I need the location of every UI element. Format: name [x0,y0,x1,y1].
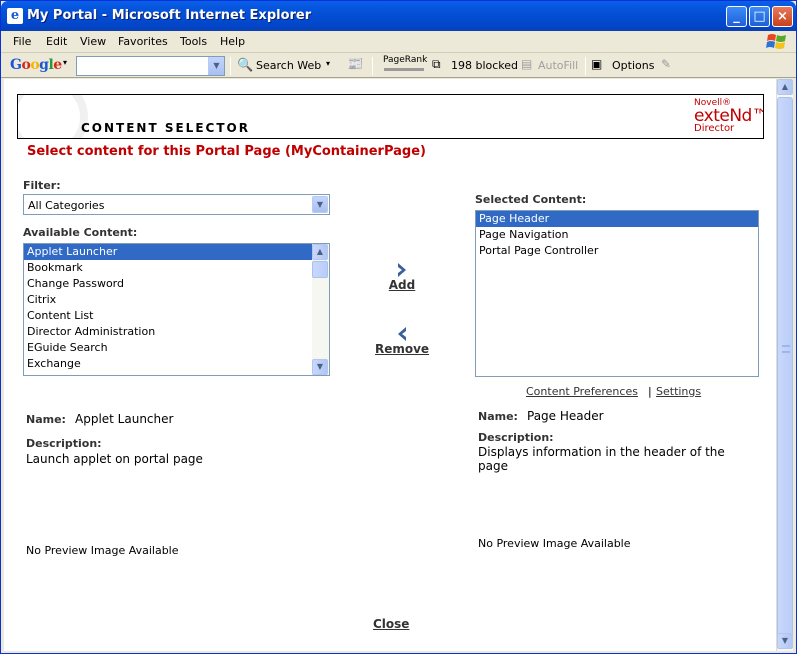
menu-file[interactable]: File [13,35,31,48]
popup-blocker-icon: ⧉ [432,57,441,71]
close-button[interactable]: Close [373,617,409,631]
menu-bar: File Edit View Favorites Tools Help [1,31,796,53]
list-item[interactable]: Applet Launcher [24,244,312,260]
list-item[interactable]: Director Administration [24,324,329,340]
list-item[interactable]: Page Navigation [476,227,758,243]
menu-view[interactable]: View [80,35,106,48]
left-preview-text: No Preview Image Available [26,544,179,557]
windows-logo-icon [766,34,786,49]
scroll-up-icon[interactable]: ▲ [312,244,328,260]
toolbar-separator [372,57,373,75]
settings-link[interactable]: Settings [656,385,701,398]
list-item[interactable]: Content List [24,308,329,324]
maximize-button[interactable]: □ [749,6,770,27]
chevron-right-icon[interactable] [395,262,409,278]
popups-blocked-button[interactable]: 198 blocked [451,59,518,72]
options-button[interactable]: Options [612,59,654,72]
scroll-thumb[interactable] [777,97,793,647]
ie-icon: e [7,8,23,24]
banner-title: CONTENT SELECTOR [81,121,250,135]
search-web-button[interactable]: Search Web [256,59,321,72]
remove-action[interactable]: Remove [370,326,434,356]
right-name-label: Name: [478,410,518,423]
scroll-up-icon[interactable]: ▲ [777,79,793,95]
gear-watermark-icon [18,95,88,138]
google-logo[interactable]: Google [10,57,62,73]
filter-selected-value: All Categories [28,199,105,212]
close-window-button[interactable]: × [772,6,793,27]
highlight-pen-icon[interactable]: ✎ [661,57,671,71]
list-item[interactable]: Page Header [476,211,758,227]
google-search-input[interactable]: ▼ [76,56,225,76]
menu-tools[interactable]: Tools [180,35,207,48]
binoculars-icon: 🔍 [237,58,254,73]
add-button[interactable]: Add [372,278,432,292]
scroll-grip-icon [782,345,790,353]
menu-edit[interactable]: Edit [46,35,67,48]
left-name-label: Name: [26,413,66,426]
filter-select[interactable]: All Categories ▼ [23,194,330,215]
list-item[interactable]: Citrix [24,292,329,308]
available-content-label: Available Content: [23,226,138,239]
menu-help[interactable]: Help [220,35,245,48]
right-description-line1: Displays information in the header of th… [478,445,725,459]
pagerank-bar [384,68,424,71]
toolbar-separator [230,57,231,75]
page-heading: Select content for this Portal Page (MyC… [27,144,426,159]
list-item[interactable]: Portal Page Controller [476,243,758,259]
page-content: CONTENT SELECTOR Novell® exteNd™ Directo… [4,79,776,651]
options-icon: ▣ [591,57,603,71]
content-selector-banner: CONTENT SELECTOR Novell® exteNd™ Directo… [17,94,764,139]
autofill-icon: ▤ [521,57,533,71]
search-history-dropdown-icon[interactable]: ▼ [208,57,224,75]
right-name-value: Page Header [527,409,604,423]
list-item[interactable]: Bookmark [24,260,329,276]
search-web-dropdown-icon[interactable]: ▾ [326,59,330,68]
right-preview-text: No Preview Image Available [478,537,631,550]
add-action[interactable]: Add [372,262,432,292]
available-content-list[interactable]: Applet Launcher Bookmark Change Password… [23,243,330,376]
minimize-button[interactable]: _ [726,6,747,27]
list-item[interactable]: EGuide Search [24,340,329,356]
chevron-down-icon[interactable]: ▼ [312,196,328,213]
selected-content-label: Selected Content: [475,193,587,206]
autofill-button[interactable]: AutoFill [538,59,578,72]
chevron-left-icon[interactable] [395,326,409,342]
browser-window: e My Portal - Microsoft Internet Explore… [0,0,797,654]
scroll-down-icon[interactable]: ▼ [777,633,793,649]
left-name-value: Applet Launcher [75,412,174,426]
page-scrollbar[interactable]: ▲ ▼ [776,79,793,651]
filter-label: Filter: [23,179,61,192]
left-description-label: Description: [26,437,102,450]
title-bar[interactable]: e My Portal - Microsoft Internet Explore… [1,1,796,31]
scroll-thumb[interactable] [312,261,328,278]
links-separator: | [648,385,652,398]
director-logo-text: Director [694,123,735,134]
selected-content-list[interactable]: Page Header Page Navigation Portal Page … [475,210,759,377]
toolbar-separator [585,57,586,75]
list-item[interactable]: Change Password [24,276,329,292]
content-preferences-link[interactable]: Content Preferences [526,385,638,398]
google-menu-arrow-icon[interactable]: ▾ [63,58,67,67]
google-toolbar: Google ▾ ▼ 🔍 Search Web ▾ 📰 PageRank ⧉ 1… [1,54,796,78]
right-description-line2: page [478,459,508,473]
available-list-scrollbar[interactable]: ▲ ▼ [312,244,329,375]
window-title: My Portal - Microsoft Internet Explorer [27,8,312,23]
list-item[interactable]: Exchange [24,356,329,372]
scroll-down-icon[interactable]: ▼ [312,359,328,375]
right-description-label: Description: [478,431,554,444]
remove-button[interactable]: Remove [370,342,434,356]
menu-favorites[interactable]: Favorites [118,35,168,48]
news-icon[interactable]: 📰 [347,57,363,72]
pagerank-label: PageRank [383,55,428,65]
left-description-value: Launch applet on portal page [26,452,203,466]
